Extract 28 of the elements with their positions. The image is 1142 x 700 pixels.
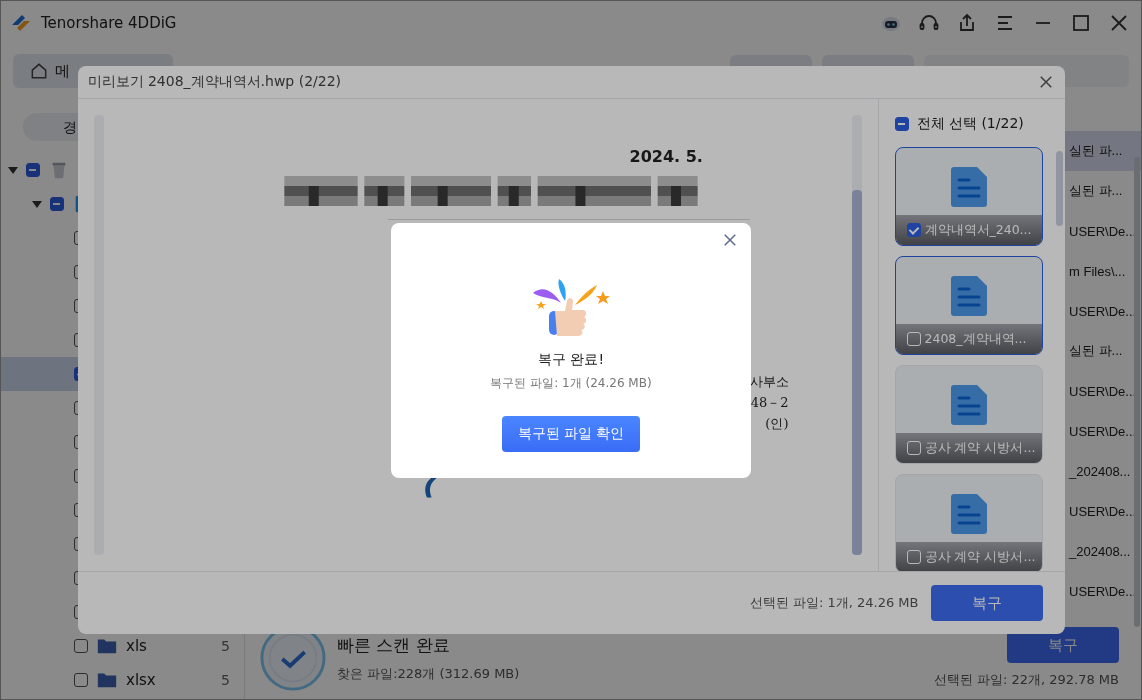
dialog-message: 복구된 파일: 1개 (24.26 MB) [490, 374, 652, 392]
file-count: 5 [221, 672, 230, 688]
office-number: 48－2 [750, 394, 789, 412]
file-path: USER\De... [1069, 503, 1137, 519]
office-name: 사부소 [749, 373, 789, 391]
found-files: 찾은 파일:228개 (312.69 MB) [337, 664, 520, 683]
file-name: 공사 계약 시방서... [924, 439, 1036, 457]
selected-info: 선택된 파일: 22개, 292.78 MB [933, 671, 1119, 689]
preview-title: 미리보기 2408_계약내역서.hwp (2/22) [87, 73, 343, 91]
folder-name: xlsx [126, 671, 157, 689]
file-path: _202408... [1069, 463, 1131, 479]
document-date: 2024. 5. [629, 147, 703, 166]
home-label: 메 [55, 61, 70, 81]
file-path: USER\De... [1069, 303, 1137, 319]
scan-title: 빠른 스캔 완료 [337, 633, 451, 657]
folder-name: xls [126, 637, 148, 655]
file-name: 공사 계약 시방서... [924, 548, 1036, 566]
select-all-label: 전체 선택 (1/22) [916, 115, 1024, 133]
dialog-title: 복구 완료! [537, 350, 605, 369]
file-path: 실된 파... [1069, 142, 1123, 160]
selected-info: 선택된 파일: 1개, 24.26 MB [749, 594, 919, 612]
file-path: 실된 파... [1069, 182, 1123, 200]
file-name: 계약내역서_240... [924, 221, 1032, 239]
file-name: 2408_계약내역... [924, 330, 1027, 348]
seal-mark: (인) [765, 415, 789, 433]
file-path: m Files\... [1069, 263, 1126, 279]
file-count: 5 [221, 638, 230, 654]
app-title: Tenorshare 4DDiG [41, 14, 177, 32]
